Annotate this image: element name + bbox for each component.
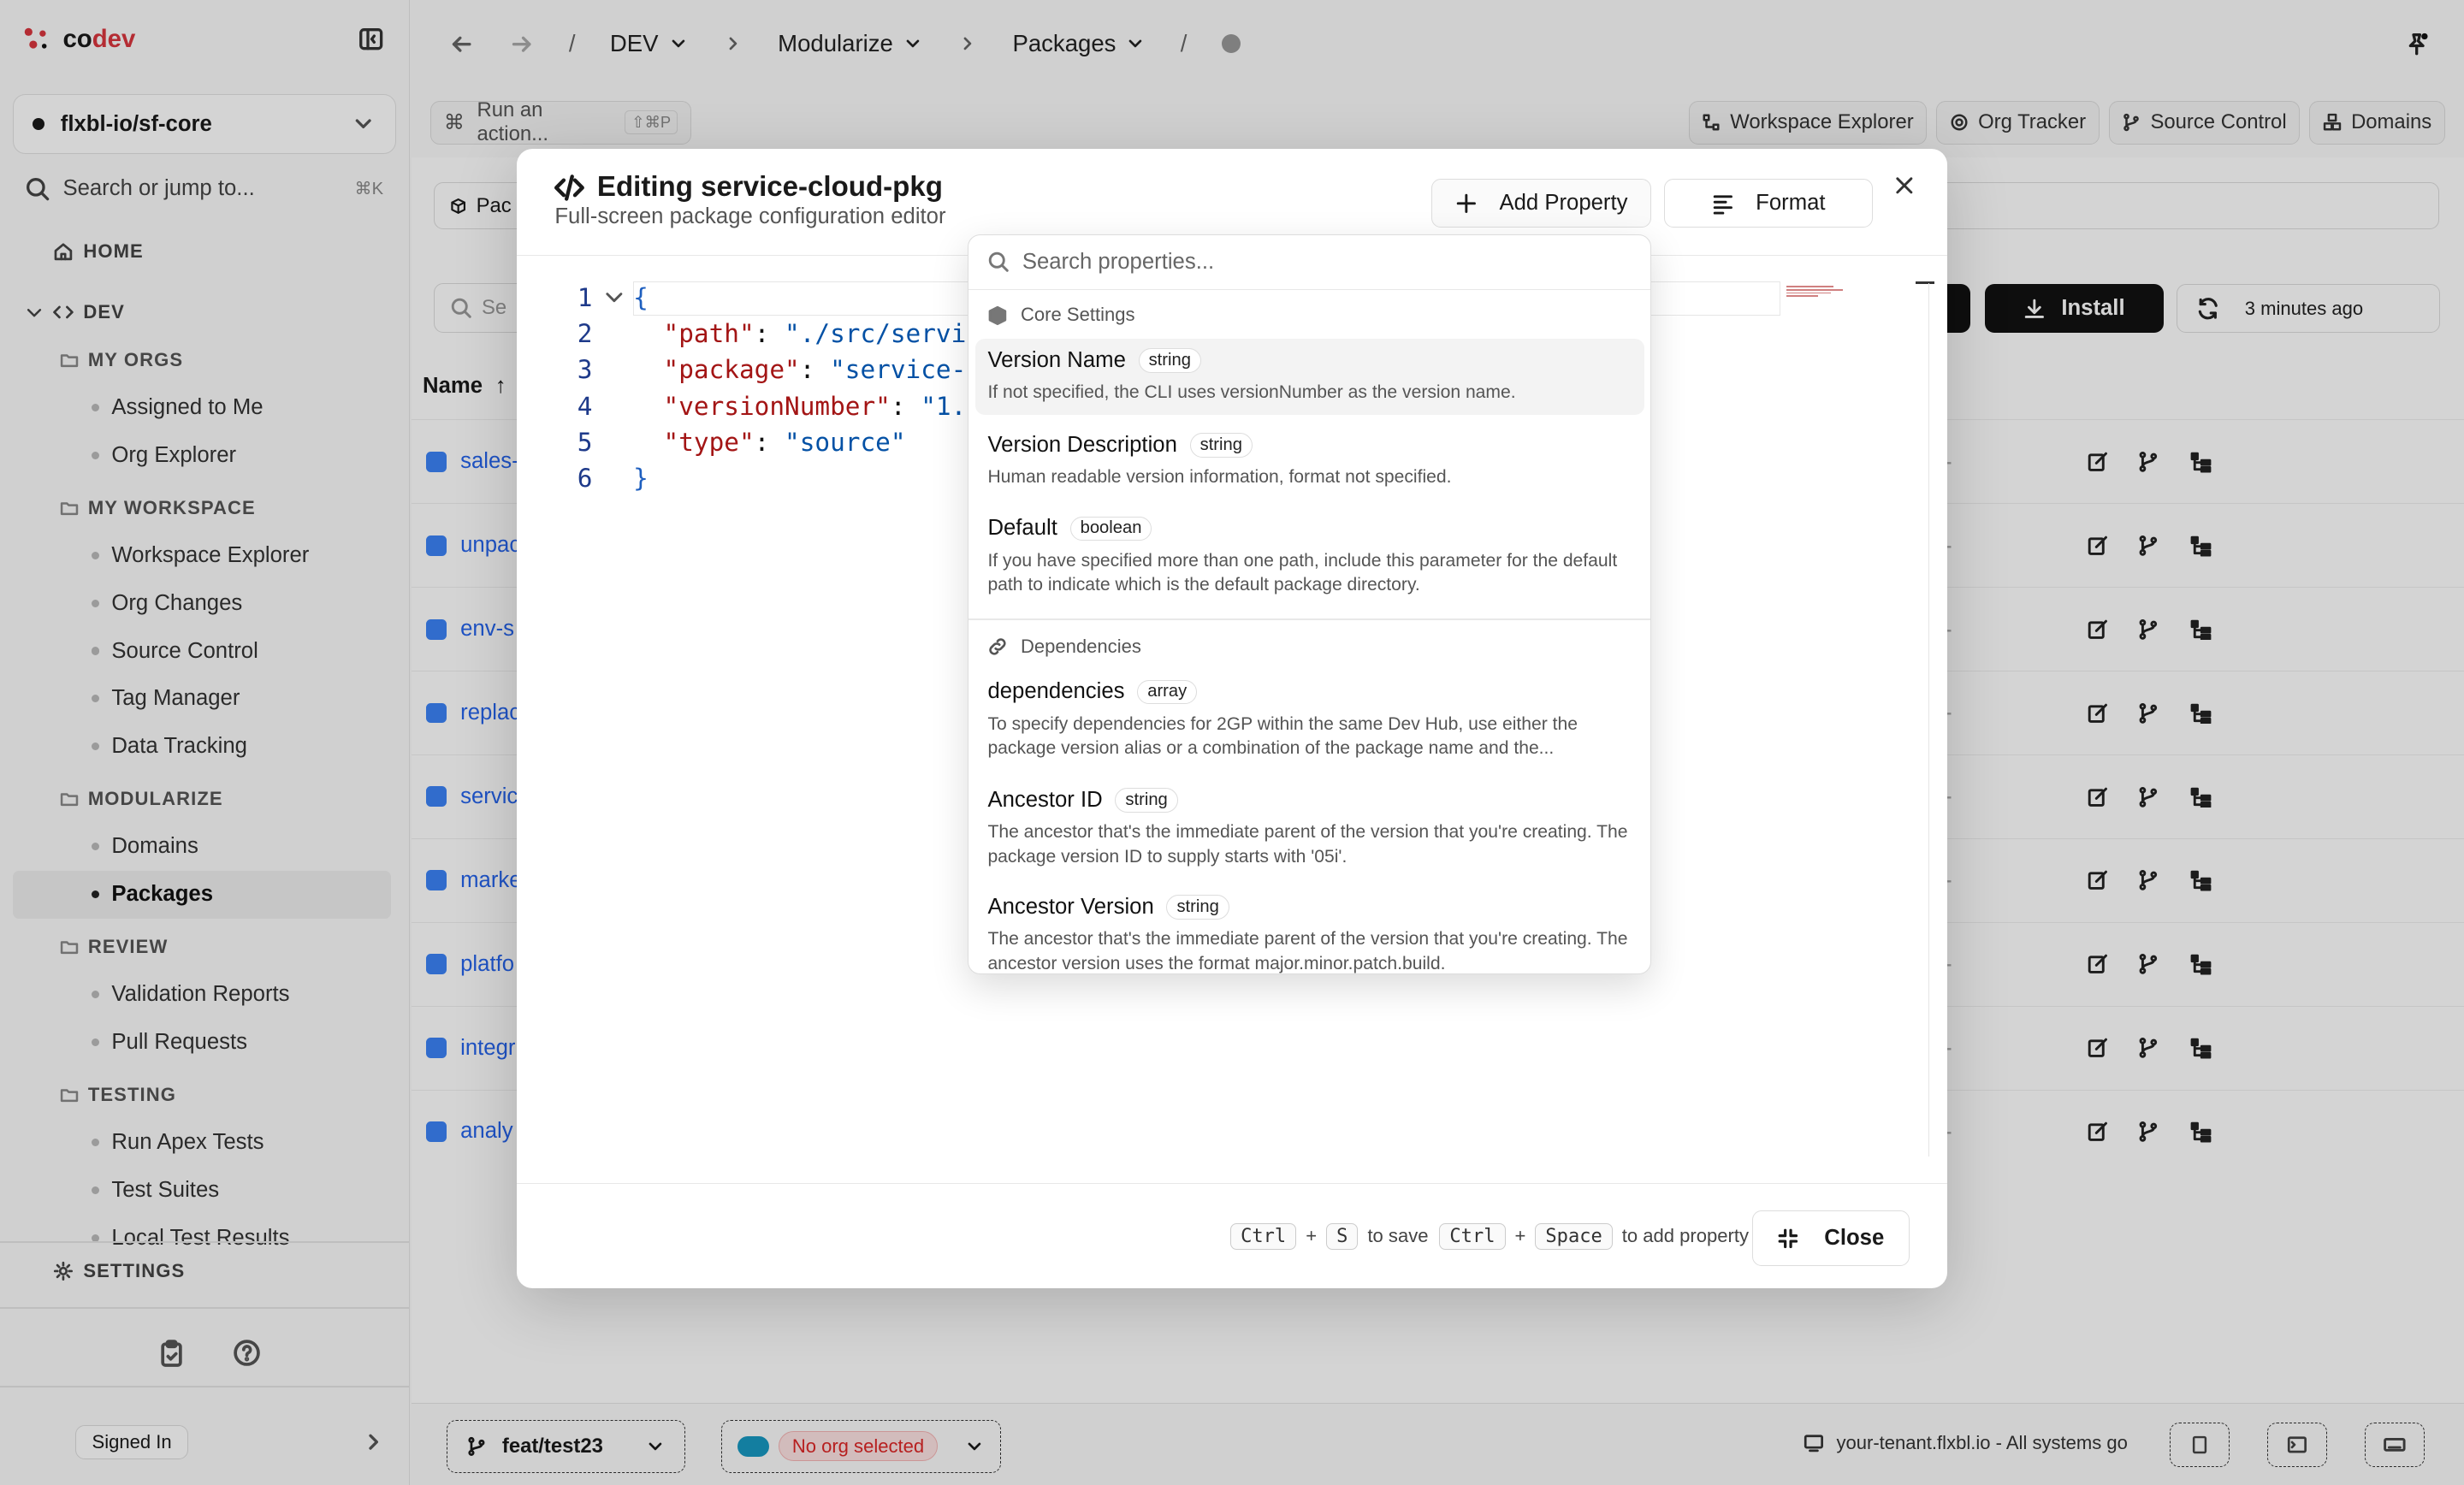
property-type-badge: string xyxy=(1189,433,1253,458)
property-option[interactable]: Version Name string If not specified, the … xyxy=(974,338,1645,415)
code-brace-close: } xyxy=(633,464,649,494)
json-value: "./src/servic xyxy=(785,319,981,349)
search-icon xyxy=(989,252,1010,273)
minimize-icon xyxy=(1778,1228,1798,1248)
property-description: To specify dependencies for 2GP within t… xyxy=(987,713,1578,759)
property-option-header: Version Description string xyxy=(987,433,1632,458)
property-description: The ancestor that's the immediate parent… xyxy=(987,929,1628,973)
fold-chevron-icon[interactable] xyxy=(603,286,625,308)
json-value: "source" xyxy=(785,427,906,457)
code-line: "type": "source" xyxy=(663,427,906,457)
property-description: If not specified, the CLI uses versionNu… xyxy=(987,382,1516,403)
code-line: "path": "./src/servic xyxy=(663,319,981,349)
line-number: 2 xyxy=(577,319,593,349)
add-property-shortcut-hint: Ctrl + Space to add property xyxy=(1439,1222,1749,1250)
line-number: 6 xyxy=(577,464,593,494)
property-option[interactable]: Default boolean If you have specified more… xyxy=(975,506,1644,606)
property-name: Version Description xyxy=(987,433,1177,458)
align-left-icon xyxy=(1713,195,1732,215)
add-property-label: Add Property xyxy=(1499,191,1628,216)
hint-text: to add property xyxy=(1621,1225,1749,1247)
property-search-input[interactable] xyxy=(1022,249,1632,275)
kbd-ctrl: Ctrl xyxy=(1230,1222,1297,1250)
property-option[interactable]: dependencies array To specify dependencies… xyxy=(975,670,1644,770)
plus-icon xyxy=(1456,193,1476,213)
property-dropdown: Core Settings Version Name string If not sp… xyxy=(968,234,1652,974)
app-root: codev flxbl-io/sf-core Search or jump to… xyxy=(0,0,2464,1485)
link-icon xyxy=(989,638,1007,655)
json-key: "path" xyxy=(663,319,755,349)
line-number: 1 xyxy=(577,282,593,312)
property-option-header: dependencies array xyxy=(987,679,1632,705)
property-option-header: Ancestor Version string xyxy=(987,895,1632,920)
property-option[interactable]: Ancestor ID string The ancestor that's the… xyxy=(975,778,1644,879)
modal-footer: Ctrl + S to save Ctrl + Space to add pro… xyxy=(517,1183,1947,1288)
property-description: The ancestor that's the immediate parent… xyxy=(987,822,1628,867)
kbd-s: S xyxy=(1326,1222,1359,1250)
property-name: Version Name xyxy=(987,347,1126,372)
property-type-badge: string xyxy=(1166,895,1229,920)
line-number-gutter: 1 2 3 4 5 6 xyxy=(567,280,593,497)
add-property-button[interactable]: Add Property xyxy=(1431,179,1652,228)
scrollbar-thumb[interactable] xyxy=(1915,281,1934,285)
hint-text: to save xyxy=(1367,1225,1429,1247)
property-name: Default xyxy=(987,516,1057,541)
json-key: "package" xyxy=(663,355,800,385)
modal-title-text: Editing service-cloud-pkg xyxy=(596,171,943,204)
dropdown-group-label: Dependencies xyxy=(1021,636,1141,657)
dropdown-divider xyxy=(968,618,1651,620)
kbd-ctrl: Ctrl xyxy=(1439,1222,1506,1250)
save-shortcut-hint: Ctrl + S to save xyxy=(1230,1222,1429,1250)
property-option-header: Version Name string xyxy=(987,348,1632,373)
property-option-header: Ancestor ID string xyxy=(987,788,1632,813)
code-line: "package": "service-c xyxy=(663,355,981,385)
format-label: Format xyxy=(1756,191,1826,216)
code-content[interactable]: { "path": "./src/servic "package": "serv… xyxy=(633,280,981,497)
line-number: 4 xyxy=(577,391,593,421)
kbd-plus: + xyxy=(1514,1225,1526,1247)
property-type-badge: boolean xyxy=(1069,516,1152,541)
property-name: dependencies xyxy=(987,679,1125,704)
json-key: "versionNumber" xyxy=(663,391,891,421)
code-line: "versionNumber": "1.0 xyxy=(663,391,981,421)
code-icon xyxy=(554,174,585,201)
property-description: If you have specified more than one path… xyxy=(987,550,1618,595)
property-description: Human readable version information, form… xyxy=(987,467,1452,488)
scrollbar-track[interactable] xyxy=(1928,282,1930,1157)
json-value: "service-c xyxy=(830,355,981,385)
property-type-badge: array xyxy=(1137,679,1198,705)
format-button[interactable]: Format xyxy=(1664,179,1874,228)
kbd-space: Space xyxy=(1535,1222,1613,1250)
dropdown-group-label: Core Settings xyxy=(1021,304,1135,326)
json-key: "type" xyxy=(663,427,755,457)
property-type-badge: string xyxy=(1115,788,1178,813)
close-label: Close xyxy=(1824,1225,1885,1250)
modal-subtitle: Full-screen package configuration editor xyxy=(554,204,946,228)
property-name: Ancestor ID xyxy=(987,788,1103,813)
kbd-plus: + xyxy=(1306,1225,1318,1247)
property-name: Ancestor Version xyxy=(987,895,1154,920)
close-icon[interactable] xyxy=(1893,175,1925,206)
modal-title: Editing service-cloud-pkg xyxy=(554,171,943,204)
dropdown-group-header: Core Settings xyxy=(987,304,1134,326)
editor-minimap[interactable] xyxy=(1786,286,1844,301)
property-search xyxy=(968,235,1651,290)
property-type-badge: string xyxy=(1138,348,1201,373)
code-brace-open: { xyxy=(633,282,649,312)
close-button[interactable]: Close xyxy=(1751,1210,1910,1266)
property-option[interactable]: Ancestor Version string The ancestor that'… xyxy=(975,885,1644,973)
line-number: 5 xyxy=(577,427,593,457)
cube-icon xyxy=(989,305,1007,325)
property-option-header: Default boolean xyxy=(987,516,1632,541)
dropdown-group-header: Dependencies xyxy=(987,636,1141,658)
line-number: 3 xyxy=(577,355,593,385)
property-option[interactable]: Version Description string Human readable … xyxy=(975,423,1644,500)
